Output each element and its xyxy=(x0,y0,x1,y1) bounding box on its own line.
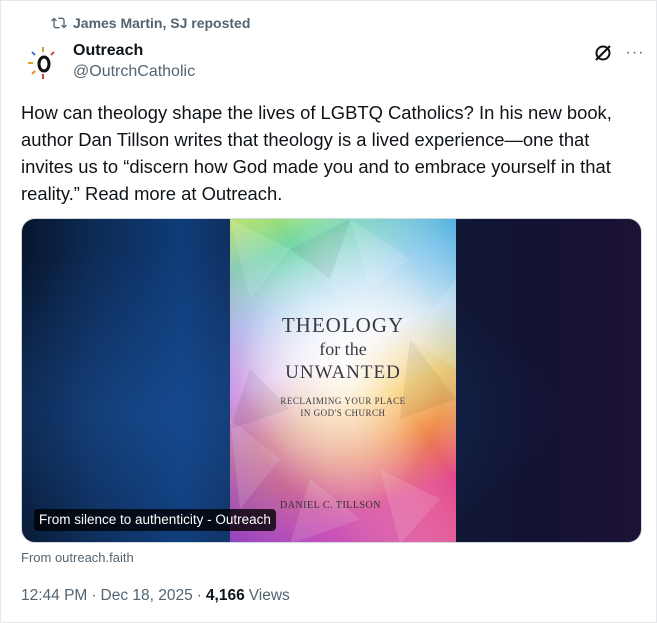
repost-icon xyxy=(51,17,67,29)
post-meta: 12:44 PM · Dec 18, 2025 · 4,166 Views xyxy=(21,587,290,605)
post-time[interactable]: 12:44 PM xyxy=(21,587,87,605)
author-block: Outreach @OutrchCatholic xyxy=(73,41,195,83)
post-card: James Martin, SJ reposted Outreach @Outr… xyxy=(0,0,657,623)
cover-title-line3: UNWANTED xyxy=(285,362,401,383)
author-handle[interactable]: @OutrchCatholic xyxy=(73,61,195,83)
meta-separator: · xyxy=(91,587,97,604)
cover-author: DANIEL C. TILLSON xyxy=(280,500,381,511)
book-cover-image: THEOLOGY for the UNWANTED RECLAIMING YOU… xyxy=(230,219,456,542)
author-name[interactable]: Outreach xyxy=(73,41,195,61)
cover-title-line2: for the xyxy=(319,339,367,359)
link-card-media[interactable]: THEOLOGY for the UNWANTED RECLAIMING YOU… xyxy=(21,218,642,543)
link-source[interactable]: From outreach.faith xyxy=(21,550,134,565)
repost-header[interactable]: James Martin, SJ reposted xyxy=(51,15,250,31)
views-label: Views xyxy=(248,587,290,604)
meta-separator: · xyxy=(196,587,202,604)
link-card-title[interactable]: From silence to authenticity - Outreach xyxy=(34,509,276,531)
repost-label: James Martin, SJ reposted xyxy=(73,15,251,31)
views-count: 4,166 xyxy=(205,587,245,604)
post-text: How can theology shape the lives of LGBT… xyxy=(21,102,612,204)
post-date[interactable]: Dec 18, 2025 xyxy=(101,587,193,605)
avatar[interactable] xyxy=(23,43,63,83)
grok-icon[interactable] xyxy=(593,43,613,63)
more-icon[interactable]: ··· xyxy=(623,41,647,65)
cover-title-line1: THEOLOGY xyxy=(281,313,405,337)
outreach-logo xyxy=(28,47,55,79)
cover-subtitle-line1: RECLAIMING YOUR PLACE xyxy=(280,396,406,406)
cover-subtitle-line2: IN GOD'S CHURCH xyxy=(300,408,386,418)
